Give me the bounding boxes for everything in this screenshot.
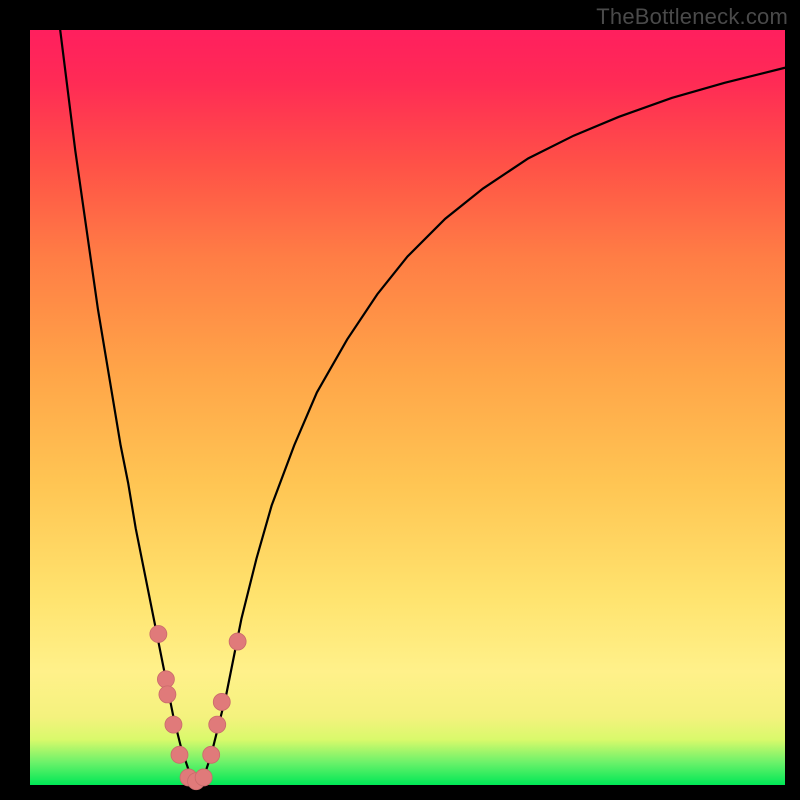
data-point <box>195 769 212 786</box>
data-point <box>171 746 188 763</box>
data-point <box>150 626 167 643</box>
data-point <box>229 633 246 650</box>
data-point <box>157 671 174 688</box>
chart-frame: TheBottleneck.com <box>0 0 800 800</box>
plot-area <box>30 30 785 785</box>
watermark-text: TheBottleneck.com <box>596 4 788 30</box>
data-point <box>159 686 176 703</box>
data-points-group <box>150 626 246 790</box>
data-point <box>203 746 220 763</box>
data-point <box>213 693 230 710</box>
data-point <box>209 716 226 733</box>
chart-svg <box>30 30 785 785</box>
data-point <box>165 716 182 733</box>
